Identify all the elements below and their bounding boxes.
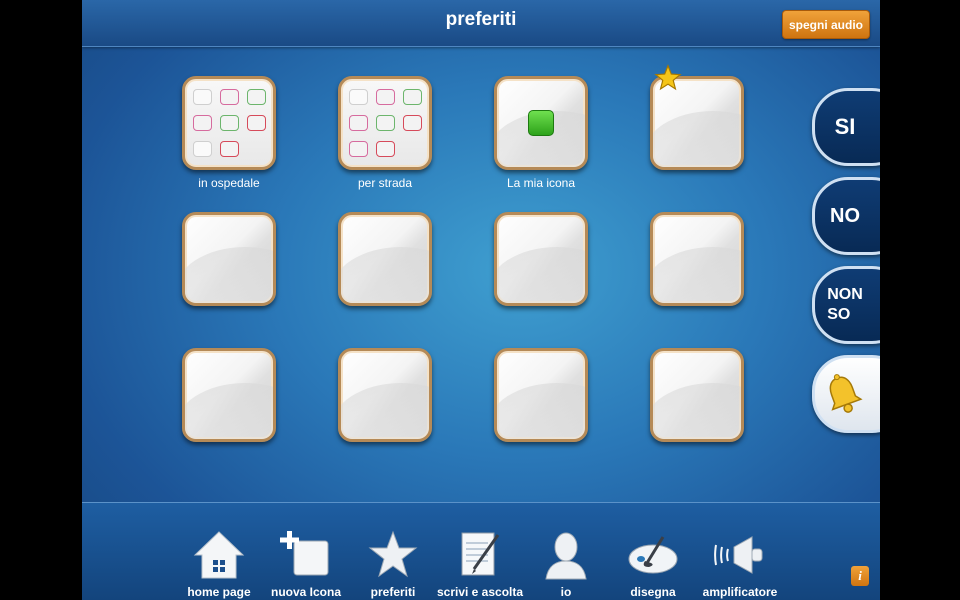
folder-preview-icon	[376, 141, 395, 157]
folder-preview-icon	[220, 89, 239, 105]
yes-label: SI	[834, 114, 856, 139]
green-square-icon	[528, 110, 554, 136]
pen-paper-icon	[461, 532, 500, 576]
info-button[interactable]: i	[851, 566, 869, 586]
new-icon-icon	[280, 531, 329, 576]
folder-preview-icon	[349, 115, 368, 131]
dock-favorites[interactable]: preferiti	[347, 507, 439, 599]
folder-preview-icon	[220, 141, 239, 157]
tile-empty[interactable]	[338, 348, 432, 442]
tile-empty[interactable]	[338, 212, 432, 306]
no-button[interactable]: NO	[812, 177, 880, 255]
person-icon	[545, 532, 587, 580]
dont-know-button[interactable]: NON SO	[812, 266, 880, 344]
tile-empty[interactable]	[494, 212, 588, 306]
tile-label: per strada	[357, 176, 413, 190]
bell-icon	[829, 374, 863, 413]
favorite-star-icon	[654, 64, 682, 91]
tile-in-ospedale[interactable]	[182, 76, 276, 170]
folder-preview-icon	[349, 141, 368, 157]
dock-label: home page	[187, 585, 251, 599]
tile-empty[interactable]	[650, 348, 744, 442]
folder-preview-icon	[193, 115, 212, 131]
megaphone-icon	[714, 536, 763, 574]
dock-me[interactable]: io	[520, 507, 612, 599]
folder-preview-icon	[247, 89, 266, 105]
dock-amplifier[interactable]: amplificatore	[694, 507, 786, 599]
home-icon	[193, 531, 245, 579]
tile-empty[interactable]	[650, 212, 744, 306]
tile-per-strada[interactable]	[338, 76, 432, 170]
dont-know-label-line1: NON	[827, 286, 863, 303]
tile-la-mia-icona[interactable]	[494, 76, 588, 170]
mute-audio-button[interactable]: spegni audio	[782, 10, 870, 39]
bottom-dock: home page nuova Icona preferiti scrivi e…	[82, 502, 880, 600]
dock-label: scrivi e ascolta	[436, 585, 524, 599]
star-icon	[368, 530, 418, 578]
dock-draw[interactable]: disegna	[607, 507, 699, 599]
folder-preview-icon	[220, 115, 239, 131]
dont-know-label-line2: SO	[827, 306, 851, 323]
folder-preview-icon	[247, 115, 266, 131]
tile-label: in ospedale	[198, 176, 260, 190]
folder-preview-icon	[193, 89, 212, 105]
folder-preview-icon	[376, 115, 395, 131]
dock-label: preferiti	[370, 585, 416, 599]
folder-preview-icon	[403, 89, 422, 105]
dock-label: disegna	[630, 585, 676, 599]
app-window: preferiti spegni audio in ospedale per s…	[82, 0, 880, 600]
dock-new-icon[interactable]: nuova Icona	[260, 507, 352, 599]
no-label: NO	[830, 205, 860, 227]
tile-label: La mia icona	[506, 176, 576, 190]
palette-icon	[628, 536, 678, 574]
folder-preview-icon	[403, 115, 422, 131]
page-title: preferiti	[445, 9, 517, 30]
folder-preview-icon	[376, 89, 395, 105]
dock-label: nuova Icona	[270, 585, 341, 599]
tile-empty[interactable]	[494, 348, 588, 442]
tile-empty[interactable]	[182, 212, 276, 306]
top-bar: preferiti spegni audio	[82, 0, 880, 47]
folder-preview-icon	[349, 89, 368, 105]
dock-write-listen[interactable]: scrivi e ascolta	[434, 507, 526, 599]
dock-label: amplificatore	[702, 585, 778, 599]
yes-button[interactable]: SI	[812, 88, 880, 166]
tile-empty[interactable]	[182, 348, 276, 442]
folder-preview-icon	[193, 141, 212, 157]
dock-label: io	[560, 585, 572, 599]
bell-button[interactable]	[812, 355, 880, 433]
dock-home-page[interactable]: home page	[173, 507, 265, 599]
